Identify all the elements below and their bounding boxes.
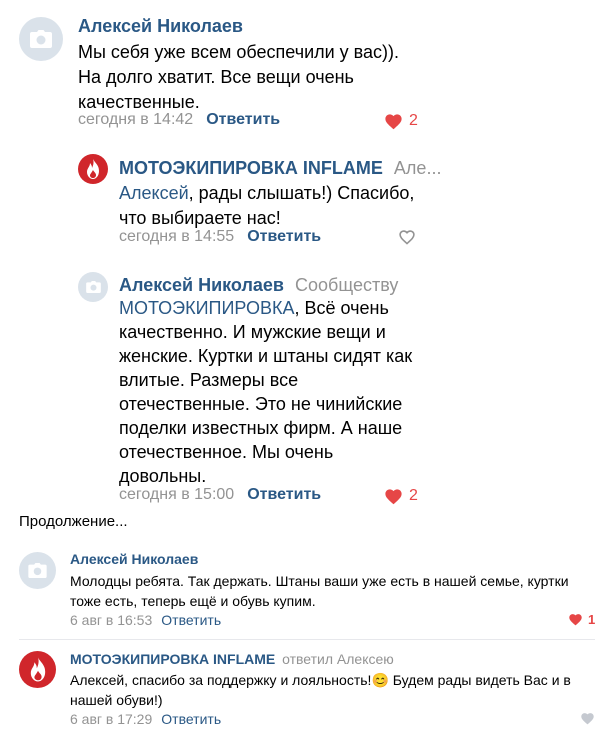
like-button[interactable]: 2 <box>384 487 418 505</box>
reply-button[interactable]: Ответить <box>206 111 280 129</box>
reply-button[interactable]: Ответить <box>247 228 321 246</box>
heart-icon <box>385 113 402 129</box>
reply-button[interactable]: Ответить <box>161 711 221 727</box>
mention-link[interactable]: Алексей <box>119 183 189 203</box>
comment-time[interactable]: сегодня в 14:42 <box>78 111 193 129</box>
flame-logo-icon <box>30 657 45 682</box>
mention-link[interactable]: МОТОЭКИПИРОВКА <box>119 298 295 318</box>
comment-header: МОТОЭКИПИРОВКА INFLAME Але... <box>119 158 441 179</box>
comment-text: МОТОЭКИПИРОВКА, Всё очень качественно. И… <box>119 296 419 488</box>
comment-time[interactable]: сегодня в 15:00 <box>119 486 234 504</box>
like-button[interactable]: 1 <box>568 612 595 627</box>
avatar[interactable] <box>19 552 56 589</box>
like-count: 2 <box>409 112 418 129</box>
comment-author[interactable]: Алексей Николаев <box>70 551 198 567</box>
avatar[interactable] <box>19 651 56 688</box>
avatar[interactable] <box>78 154 108 184</box>
like-count: 1 <box>588 612 596 627</box>
comment-time[interactable]: сегодня в 14:55 <box>119 228 234 246</box>
heart-icon <box>581 713 594 725</box>
like-button[interactable] <box>398 229 416 245</box>
heart-icon <box>399 230 415 245</box>
comment-text: Мы себя уже всем обеспечили у вас)). На … <box>78 42 400 112</box>
comment-meta: сегодня в 14:55 Ответить <box>119 228 321 246</box>
reply-button[interactable]: Ответить <box>247 486 321 504</box>
comment-text: Алексей, рады слышать!) Спасибо, что выб… <box>119 181 419 231</box>
like-count: 2 <box>409 487 418 504</box>
comment-author[interactable]: МОТОЭКИПИРОВКА INFLAME <box>70 651 275 667</box>
divider <box>19 639 595 640</box>
comment-author[interactable]: Алексей Николаев <box>78 16 243 37</box>
comment-time[interactable]: 6 авг в 16:53 <box>70 612 152 628</box>
reply-addressee[interactable]: ответил Алексею <box>282 651 394 667</box>
continuation-label: Продолжение... <box>19 513 128 530</box>
comment-header: МОТОЭКИПИРОВКА INFLAME ответил Алексею <box>70 651 394 667</box>
like-button[interactable]: 2 <box>384 112 418 130</box>
camera-icon <box>30 30 52 48</box>
comment-time[interactable]: 6 авг в 17:29 <box>70 711 152 727</box>
comment-body: Алексей, спасибо за поддержку и лояльнос… <box>70 672 372 688</box>
avatar[interactable] <box>78 272 108 302</box>
smile-emoji: 😊 <box>371 672 389 688</box>
comment-meta: 6 авг в 16:53 Ответить <box>70 612 221 628</box>
comment-meta: сегодня в 14:42 Ответить <box>78 111 280 129</box>
camera-icon <box>85 281 101 293</box>
avatar[interactable] <box>19 17 63 61</box>
comment-meta: 6 авг в 17:29 Ответить <box>70 711 221 727</box>
reply-addressee[interactable]: Але... <box>394 158 442 178</box>
comment-meta: сегодня в 15:00 Ответить <box>119 486 321 504</box>
comment-header: Алексей Николаев Сообществу <box>119 275 398 296</box>
comment-author[interactable]: МОТОЭКИПИРОВКА INFLAME <box>119 158 383 178</box>
comment-author[interactable]: Алексей Николаев <box>119 275 284 295</box>
flame-logo-icon <box>87 159 99 179</box>
like-button[interactable] <box>580 712 595 725</box>
heart-icon <box>385 488 402 504</box>
comment-body: , Всё очень качественно. И мужские вещи … <box>119 298 413 486</box>
reply-addressee[interactable]: Сообществу <box>295 275 398 295</box>
camera-icon <box>28 563 47 578</box>
reply-button[interactable]: Ответить <box>161 612 221 628</box>
comment-text: Алексей, спасибо за поддержку и лояльнос… <box>70 670 595 710</box>
comment-text: Молодцы ребята. Так держать. Штаны ваши … <box>70 573 569 609</box>
heart-icon <box>569 614 582 626</box>
